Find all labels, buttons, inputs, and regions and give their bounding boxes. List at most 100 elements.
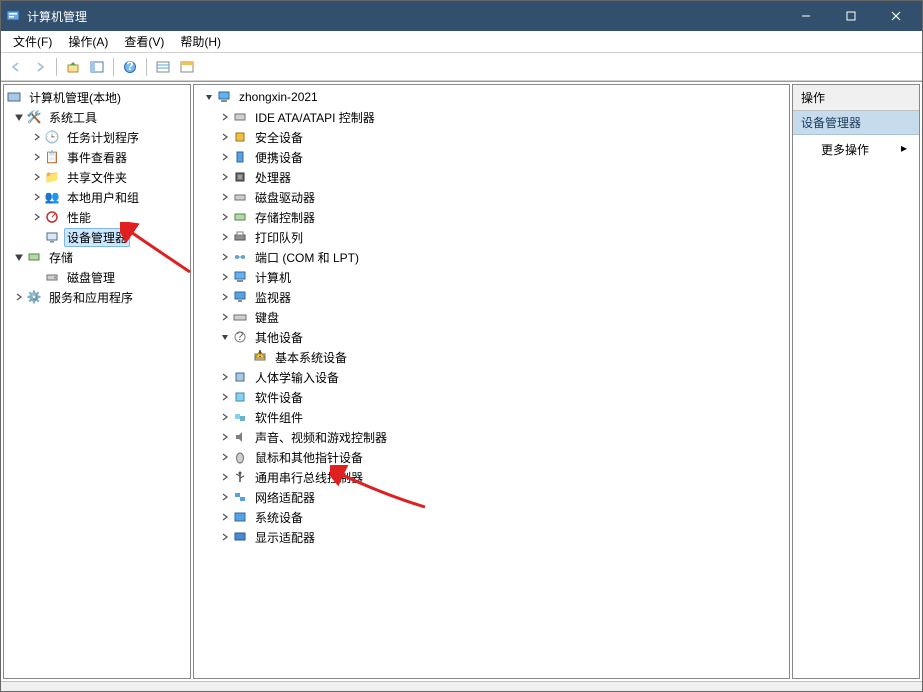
- category-audio[interactable]: 声音、视频和游戏控制器: [194, 427, 789, 447]
- category-keyboard[interactable]: 键盘: [194, 307, 789, 327]
- category-ports[interactable]: 端口 (COM 和 LPT): [194, 247, 789, 267]
- chevron-right-icon[interactable]: [218, 430, 232, 444]
- tree-label: 性能: [64, 208, 94, 227]
- view-details-button[interactable]: [176, 56, 198, 78]
- show-hide-tree-button[interactable]: [86, 56, 108, 78]
- other-icon: ?: [232, 329, 248, 345]
- chevron-right-icon[interactable]: [218, 210, 232, 224]
- category-system[interactable]: 系统设备: [194, 507, 789, 527]
- menu-view[interactable]: 查看(V): [116, 31, 172, 52]
- category-ide[interactable]: IDE ATA/ATAPI 控制器: [194, 107, 789, 127]
- category-monitor[interactable]: 监视器: [194, 287, 789, 307]
- chevron-down-icon[interactable]: [218, 330, 232, 344]
- tree-label: 通用串行总线控制器: [252, 468, 366, 487]
- aud-icon: [232, 429, 248, 445]
- chevron-right-icon[interactable]: [218, 250, 232, 264]
- status-bar: [1, 681, 922, 691]
- chevron-right-icon[interactable]: [30, 170, 44, 184]
- category-software-devices[interactable]: 软件设备: [194, 387, 789, 407]
- tree-disk-management[interactable]: 磁盘管理: [4, 267, 190, 287]
- chevron-right-icon[interactable]: [30, 190, 44, 204]
- category-mouse[interactable]: 鼠标和其他指针设备: [194, 447, 789, 467]
- category-disk[interactable]: 磁盘驱动器: [194, 187, 789, 207]
- category-print[interactable]: 打印队列: [194, 227, 789, 247]
- device-root[interactable]: zhongxin-2021: [194, 87, 789, 107]
- computer-management-icon: [6, 89, 22, 105]
- tree-task-scheduler[interactable]: 🕒 任务计划程序: [4, 127, 190, 147]
- tree-system-tools[interactable]: 🛠️ 系统工具: [4, 107, 190, 127]
- chevron-right-icon[interactable]: [218, 410, 232, 424]
- category-software-components[interactable]: 软件组件: [194, 407, 789, 427]
- stor-icon: [232, 209, 248, 225]
- chevron-right-icon[interactable]: [218, 470, 232, 484]
- maximize-button[interactable]: [828, 1, 873, 31]
- net-icon: [232, 489, 248, 505]
- tree-label: 软件设备: [252, 388, 306, 407]
- chevron-right-icon[interactable]: [30, 130, 44, 144]
- chevron-right-icon[interactable]: [218, 290, 232, 304]
- disk-icon: [232, 189, 248, 205]
- tree-shared-folders[interactable]: 📁 共享文件夹: [4, 167, 190, 187]
- chevron-right-icon[interactable]: [218, 110, 232, 124]
- ide-icon: [232, 109, 248, 125]
- category-security[interactable]: 安全设备: [194, 127, 789, 147]
- chevron-right-icon[interactable]: [12, 290, 26, 304]
- tree-storage[interactable]: 存储: [4, 247, 190, 267]
- category-portable[interactable]: 便携设备: [194, 147, 789, 167]
- category-computer[interactable]: 计算机: [194, 267, 789, 287]
- chevron-right-icon[interactable]: [218, 510, 232, 524]
- chevron-right-icon[interactable]: [218, 370, 232, 384]
- help-button[interactable]: ?: [119, 56, 141, 78]
- menu-help[interactable]: 帮助(H): [172, 31, 229, 52]
- chevron-right-icon[interactable]: [218, 390, 232, 404]
- category-hid[interactable]: 人体学输入设备: [194, 367, 789, 387]
- tree-device-manager[interactable]: 设备管理器: [4, 227, 190, 247]
- tree-event-viewer[interactable]: 📋 事件查看器: [4, 147, 190, 167]
- left-tree-pane[interactable]: 计算机管理(本地) 🛠️ 系统工具 🕒 任务计划程序 📋 事件查看器 📁 共享文: [3, 84, 191, 679]
- chevron-right-icon[interactable]: [218, 270, 232, 284]
- category-network[interactable]: 网络适配器: [194, 487, 789, 507]
- tree-root-computer-management[interactable]: 计算机管理(本地): [4, 87, 190, 107]
- chevron-right-icon[interactable]: [218, 190, 232, 204]
- chevron-right-icon[interactable]: [218, 310, 232, 324]
- chevron-right-icon[interactable]: [218, 230, 232, 244]
- up-button[interactable]: [62, 56, 84, 78]
- close-button[interactable]: [873, 1, 918, 31]
- menu-file[interactable]: 文件(F): [5, 31, 60, 52]
- tree-local-users[interactable]: 👥 本地用户和组: [4, 187, 190, 207]
- tree-label: 声音、视频和游戏控制器: [252, 428, 390, 447]
- tree-services[interactable]: ⚙️ 服务和应用程序: [4, 287, 190, 307]
- tree-label: 磁盘管理: [64, 268, 118, 287]
- device-tree-pane[interactable]: zhongxin-2021IDE ATA/ATAPI 控制器安全设备便携设备处理…: [193, 84, 790, 679]
- chevron-right-icon[interactable]: [218, 150, 232, 164]
- back-button[interactable]: [5, 56, 27, 78]
- device-manager-icon: [44, 229, 60, 245]
- category-usb[interactable]: 通用串行总线控制器: [194, 467, 789, 487]
- category-display[interactable]: 显示适配器: [194, 527, 789, 547]
- chevron-right-icon[interactable]: [218, 530, 232, 544]
- menu-action[interactable]: 操作(A): [60, 31, 116, 52]
- device-base-system[interactable]: !基本系统设备: [194, 347, 789, 367]
- chevron-right-icon[interactable]: [218, 490, 232, 504]
- shared-folder-icon: 📁: [44, 169, 60, 185]
- chevron-right-icon[interactable]: [218, 170, 232, 184]
- view-list-button[interactable]: [152, 56, 174, 78]
- chevron-down-icon[interactable]: [202, 90, 216, 104]
- category-storage-ctrl[interactable]: 存储控制器: [194, 207, 789, 227]
- chevron-down-icon[interactable]: [12, 250, 26, 264]
- tree-label: 鼠标和其他指针设备: [252, 448, 366, 467]
- forward-button[interactable]: [29, 56, 51, 78]
- tree-label: 人体学输入设备: [252, 368, 342, 387]
- category-other[interactable]: ?其他设备: [194, 327, 789, 347]
- chevron-down-icon[interactable]: [12, 110, 26, 124]
- sw-icon: [232, 389, 248, 405]
- minimize-button[interactable]: [783, 1, 828, 31]
- chevron-right-icon[interactable]: [30, 210, 44, 224]
- more-actions-item[interactable]: 更多操作 ▸: [793, 135, 919, 164]
- chevron-right-icon[interactable]: [30, 150, 44, 164]
- category-processor[interactable]: 处理器: [194, 167, 789, 187]
- chevron-right-icon[interactable]: [218, 130, 232, 144]
- tree-performance[interactable]: 性能: [4, 207, 190, 227]
- main-area: 计算机管理(本地) 🛠️ 系统工具 🕒 任务计划程序 📋 事件查看器 📁 共享文: [1, 81, 922, 681]
- chevron-right-icon[interactable]: [218, 450, 232, 464]
